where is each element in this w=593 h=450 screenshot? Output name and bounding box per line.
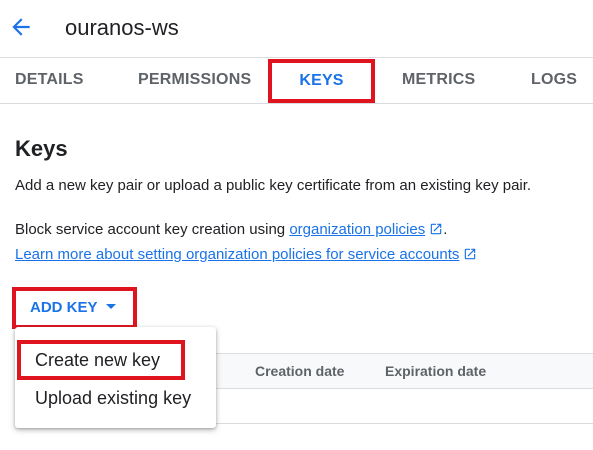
tab-keys[interactable]: KEYS [268, 59, 375, 103]
learn-more-link[interactable]: Learn more about setting organization po… [15, 246, 477, 263]
caret-down-icon [105, 304, 116, 309]
open-in-new-icon [430, 223, 442, 235]
add-key-label: ADD KEY [30, 299, 98, 316]
learn-more-line: Learn more about setting organization po… [15, 246, 477, 263]
keys-description: Add a new key pair or upload a public ke… [15, 177, 532, 194]
block-suffix-text: . [443, 221, 448, 238]
menu-item-upload-existing-key[interactable]: Upload existing key [15, 383, 216, 419]
page-title: ouranos-ws [65, 15, 179, 40]
block-prefix-text: Block service account key creation using [15, 221, 290, 238]
add-key-menu: Create new key Upload existing key [15, 327, 216, 428]
block-key-creation-text: Block service account key creation using… [15, 221, 447, 238]
column-expiration-date[interactable]: Expiration date [385, 363, 486, 379]
tab-permissions[interactable]: PERMISSIONS [138, 58, 251, 104]
column-creation-date[interactable]: Creation date [255, 363, 344, 379]
learn-more-link-label: Learn more about setting organization po… [15, 246, 460, 263]
tab-bar: DETAILS PERMISSIONS KEYS METRICS LOGS [0, 57, 593, 104]
menu-item-create-new-key[interactable]: Create new key [17, 340, 185, 380]
open-in-new-icon [465, 248, 476, 260]
header: ouranos-ws [0, 0, 593, 57]
organization-policies-link[interactable]: organization policies [289, 221, 443, 238]
section-title: Keys [15, 136, 68, 161]
tab-details[interactable]: DETAILS [15, 58, 84, 104]
back-button[interactable] [8, 14, 34, 40]
arrow-left-icon [12, 18, 30, 36]
organization-policies-link-label: organization policies [289, 221, 426, 238]
tab-logs[interactable]: LOGS [531, 58, 577, 104]
add-key-button[interactable]: ADD KEY [12, 287, 137, 329]
tab-metrics[interactable]: METRICS [402, 58, 475, 104]
